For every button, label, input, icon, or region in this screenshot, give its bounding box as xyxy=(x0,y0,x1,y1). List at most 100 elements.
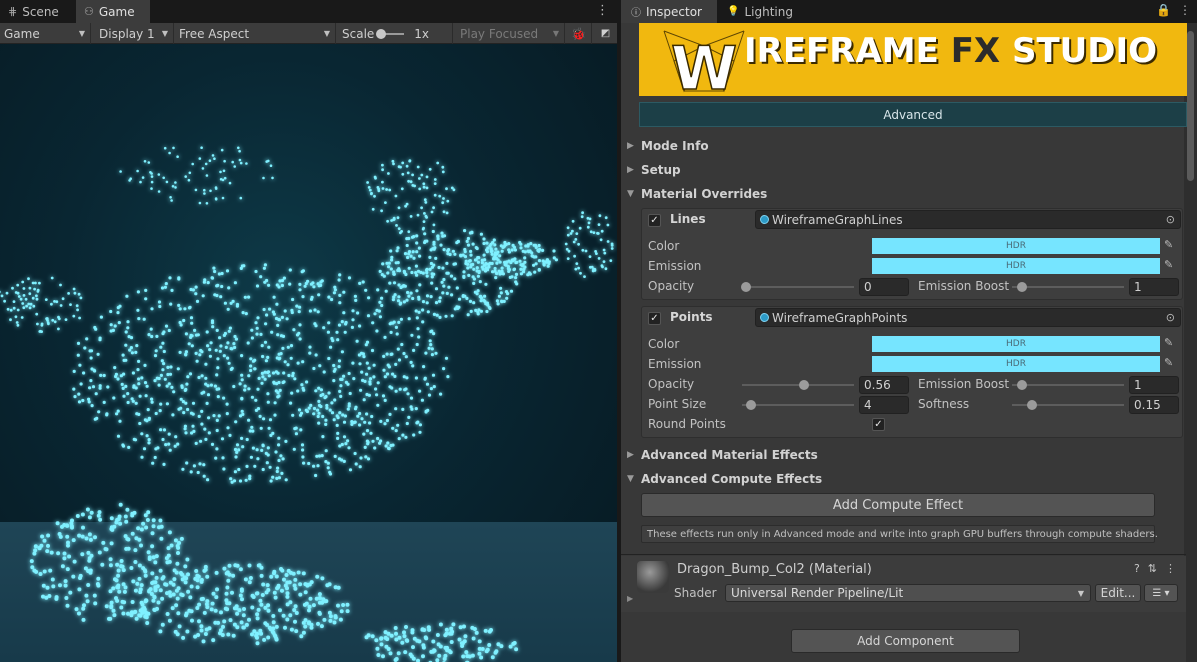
points-size-thumb[interactable] xyxy=(746,400,756,410)
lines-opacity-thumb[interactable] xyxy=(741,282,751,292)
points-color-label: Color xyxy=(648,337,680,351)
bug-icon[interactable]: 🐞 xyxy=(566,23,592,44)
lines-header: ✓ Lines WireframeGraphLines ⊙ xyxy=(642,209,1182,231)
foldout-mode-info[interactable]: ▶ Mode Info xyxy=(627,137,709,155)
lines-emission-boost-field[interactable]: 1 xyxy=(1129,278,1179,296)
scrollbar-thumb[interactable] xyxy=(1187,31,1194,181)
scale-slider[interactable]: Scale 1x xyxy=(338,23,453,44)
tab-lighting[interactable]: 💡 Lighting xyxy=(717,0,803,23)
points-material-name: WireframeGraphPoints xyxy=(772,310,908,325)
help-icon[interactable]: ? xyxy=(1134,562,1140,575)
foldout-advanced-compute-effects-label: Advanced Compute Effects xyxy=(641,472,823,486)
shader-edit-button[interactable]: Edit... xyxy=(1095,584,1141,602)
chevron-right-icon: ▶ xyxy=(627,165,634,175)
inspector-footer: Add Component xyxy=(621,612,1186,662)
lines-emission-boost-slider[interactable] xyxy=(1012,286,1124,288)
lines-material-field[interactable]: WireframeGraphLines ⊙ xyxy=(755,210,1181,229)
shader-options-button[interactable]: ☰ ▾ xyxy=(1144,584,1178,602)
chevron-down-icon: ▼ xyxy=(552,29,559,38)
scale-thumb[interactable] xyxy=(376,28,387,39)
chevron-down-icon: ▼ xyxy=(627,474,634,484)
stats-icon[interactable]: ◩ xyxy=(594,23,617,44)
chevron-right-icon: ▶ xyxy=(627,141,634,151)
lines-emission-boost-thumb[interactable] xyxy=(1017,282,1027,292)
lines-title: Lines xyxy=(670,212,706,226)
lines-color-swatch[interactable]: HDR xyxy=(872,238,1160,254)
logo-letter: W xyxy=(671,34,737,96)
eyedropper-icon[interactable]: ✎ xyxy=(1164,258,1178,272)
tab-lighting-label: Lighting xyxy=(744,4,793,19)
points-emission-boost-slider[interactable] xyxy=(1012,384,1124,386)
lines-opacity-slider[interactable] xyxy=(742,286,854,288)
kebab-menu-icon[interactable]: ⋮ xyxy=(1179,3,1191,17)
game-toolbar: Game ▼ Display 1 ▼ Free Aspect ▼ Scale 1… xyxy=(0,23,617,44)
points-emission-swatch[interactable]: HDR xyxy=(872,356,1160,372)
points-softness-field[interactable]: 0.15 xyxy=(1129,396,1179,414)
eyedropper-icon[interactable]: ✎ xyxy=(1164,238,1178,252)
points-opacity-field[interactable]: 0.56 xyxy=(859,376,909,394)
points-size-field[interactable]: 4 xyxy=(859,396,909,414)
lock-icon[interactable]: 🔒 xyxy=(1156,3,1171,17)
lines-group: ✓ Lines WireframeGraphLines ⊙ Color HDR … xyxy=(641,208,1183,300)
aspect-dropdown[interactable]: Free Aspect ▼ xyxy=(175,23,336,44)
points-enabled-checkbox[interactable]: ✓ xyxy=(648,312,661,325)
eyedropper-icon[interactable]: ✎ xyxy=(1164,356,1178,370)
chevron-down-icon: ▼ xyxy=(323,29,330,38)
chevron-down-icon: ▼ xyxy=(627,189,634,199)
points-softness-label: Softness xyxy=(918,397,970,411)
mode-advanced-button[interactable]: Advanced xyxy=(639,102,1187,127)
points-material-field[interactable]: WireframeGraphPoints ⊙ xyxy=(755,308,1181,327)
points-size-slider[interactable] xyxy=(742,404,854,406)
points-emission-label: Emission xyxy=(648,357,702,371)
round-points-checkbox[interactable]: ✓ xyxy=(872,418,885,431)
grid-icon: ⋕ xyxy=(8,5,18,18)
material-component-name: Dragon_Bump_Col2 (Material) xyxy=(677,562,872,577)
lines-material-name: WireframeGraphLines xyxy=(772,212,903,227)
points-color-swatch[interactable]: HDR xyxy=(872,336,1160,352)
shader-dropdown[interactable]: Universal Render Pipeline/Lit ▼ xyxy=(725,584,1091,602)
kebab-menu-icon[interactable]: ⋮ xyxy=(596,3,609,18)
tab-scene[interactable]: ⋕ Scene xyxy=(0,0,67,23)
play-focus-dropdown[interactable]: Play Focused ▼ xyxy=(456,23,565,44)
lines-opacity-field[interactable]: 0 xyxy=(859,278,909,296)
game-mode-dropdown[interactable]: Game ▼ xyxy=(0,23,91,44)
tab-game[interactable]: ⚇ Game xyxy=(76,0,150,23)
foldout-advanced-material-effects[interactable]: ▶ Advanced Material Effects xyxy=(627,446,818,464)
tab-inspector[interactable]: ⓘ Inspector xyxy=(621,0,717,23)
game-panel: ⋕ Scene ⚇ Game ⋮ Game ▼ Display 1 ▼ Free… xyxy=(0,0,617,662)
object-picker-icon[interactable]: ⊙ xyxy=(1166,311,1175,324)
points-emission-boost-thumb[interactable] xyxy=(1017,380,1027,390)
points-opacity-thumb[interactable] xyxy=(799,380,809,390)
material-component: Dragon_Bump_Col2 (Material) ? ⇅ ⋮ ▶ Shad… xyxy=(621,556,1186,612)
display-value: Display 1 xyxy=(99,26,155,41)
chevron-down-icon: ▼ xyxy=(1077,588,1084,598)
add-component-button[interactable]: Add Component xyxy=(791,629,1020,653)
chevron-right-icon: ▶ xyxy=(627,450,634,460)
foldout-advanced-compute-effects[interactable]: ▼ Advanced Compute Effects xyxy=(627,470,822,488)
inspector-tools: 🔒 ⋮ xyxy=(1156,3,1191,17)
chevron-right-icon[interactable]: ▶ xyxy=(627,594,633,603)
gamepad-icon: ⚇ xyxy=(84,5,94,18)
points-emission-boost-field[interactable]: 1 xyxy=(1129,376,1179,394)
compute-effects-info: These effects run only in Advanced mode … xyxy=(641,525,1158,543)
foldout-material-overrides[interactable]: ▼ Material Overrides xyxy=(627,185,767,203)
preset-icon[interactable]: ⇅ xyxy=(1148,562,1157,575)
kebab-menu-icon[interactable]: ⋮ xyxy=(1165,562,1176,575)
add-compute-effect-button[interactable]: Add Compute Effect xyxy=(641,493,1155,517)
dragon-point-cloud xyxy=(0,146,614,662)
eyedropper-icon[interactable]: ✎ xyxy=(1164,336,1178,350)
banner-title-b: STUDIO xyxy=(1000,31,1158,71)
object-picker-icon[interactable]: ⊙ xyxy=(1166,213,1175,226)
material-preview xyxy=(637,561,669,593)
lines-emission-swatch[interactable]: HDR xyxy=(872,258,1160,274)
foldout-advanced-material-effects-label: Advanced Material Effects xyxy=(641,448,818,462)
display-dropdown[interactable]: Display 1 ▼ xyxy=(95,23,174,44)
game-viewport[interactable] xyxy=(0,44,617,662)
material-icon xyxy=(760,313,769,322)
foldout-setup[interactable]: ▶ Setup xyxy=(627,161,681,179)
points-opacity-slider[interactable] xyxy=(742,384,854,386)
points-opacity-label: Opacity xyxy=(648,377,695,391)
lines-color-label: Color xyxy=(648,239,680,253)
lines-enabled-checkbox[interactable]: ✓ xyxy=(648,214,661,227)
points-softness-thumb[interactable] xyxy=(1027,400,1037,410)
